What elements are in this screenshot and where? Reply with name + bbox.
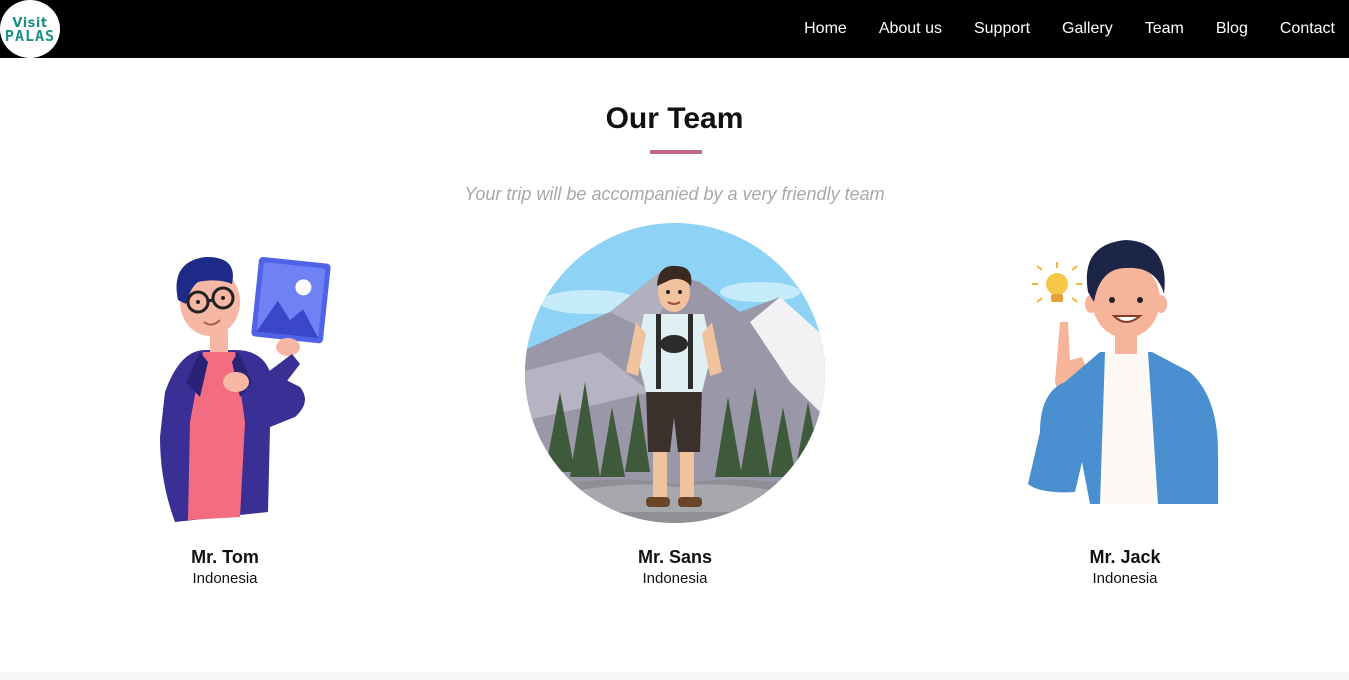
nav-link-blog[interactable]: Blog: [1216, 20, 1248, 38]
team-member-card: Mr. Jack Indonesia: [900, 222, 1349, 587]
member-country: Indonesia: [1092, 570, 1158, 587]
site-logo[interactable]: Visit PALAS: [0, 0, 60, 58]
member-name: Mr. Sans: [637, 547, 713, 567]
team-member-card: Mr. Sans Indonesia: [450, 222, 900, 587]
navbar: Visit PALAS Home About us Support Galler…: [0, 0, 1349, 58]
nav-link-contact[interactable]: Contact: [1280, 20, 1335, 38]
man-with-idea-illustration: [900, 222, 1349, 527]
nav-link-home[interactable]: Home: [804, 20, 847, 38]
footer-edge: [0, 672, 1349, 680]
hiker-mountain-illustration: [450, 222, 900, 527]
member-country: Indonesia: [642, 570, 708, 587]
member-country: Indonesia: [192, 570, 258, 587]
team-member-card: Mr. Tom Indonesia: [0, 222, 450, 587]
member-name: Mr. Tom: [191, 547, 259, 567]
section-subtitle: Your trip will be accompanied by a very …: [464, 184, 885, 204]
man-with-photo-illustration: [0, 222, 450, 527]
nav-link-about-us[interactable]: About us: [879, 20, 942, 38]
page-title: Our Team: [605, 102, 744, 135]
main-nav: Home About us Support Gallery Team Blog …: [772, 0, 1335, 58]
title-underline: [650, 150, 702, 154]
nav-link-support[interactable]: Support: [974, 20, 1030, 38]
lightbulb-icon: [1032, 262, 1082, 303]
nav-link-team[interactable]: Team: [1145, 20, 1184, 38]
member-name: Mr. Jack: [1089, 547, 1161, 567]
nav-link-gallery[interactable]: Gallery: [1062, 20, 1113, 38]
logo-text-line2: PALAS: [4, 26, 56, 45]
